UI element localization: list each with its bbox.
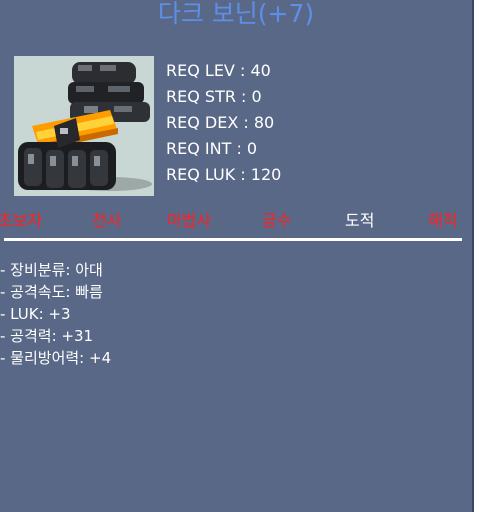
req-str: REQ STR : 0: [166, 87, 262, 106]
panel-edge: [472, 0, 474, 512]
req-dex: REQ DEX : 80: [166, 113, 275, 132]
item-tooltip-panel: 다크 보닌(+7) REQ LEV: 40 REQ STR: 0 REQ D…: [0, 0, 472, 512]
requirements-list: REQ LEV : 40 REQ STR : 0 REQ DEX : 80 RE…: [166, 60, 281, 190]
job-magician: 마법사: [167, 211, 212, 230]
job-pirate: 해적: [428, 211, 458, 230]
stat-defense: - 물리방어력: +4: [0, 349, 112, 367]
job-thief: 도적: [345, 211, 375, 230]
gauntlet-item-icon: [14, 56, 154, 196]
stat-attack-speed: - 공격속도: 빠름: [0, 283, 103, 301]
req-level: REQ LEV : 40: [166, 61, 271, 80]
req-int: REQ INT : 0: [166, 139, 258, 158]
job-list: 초보자 전사 마법사 궁수 도적 해적: [0, 210, 472, 234]
req-luk: REQ LUK : 120: [166, 165, 282, 184]
job-beginner: 초보자: [0, 211, 43, 230]
stat-attack: - 공격력: +31: [0, 327, 94, 345]
divider: [4, 238, 462, 241]
job-bowman: 궁수: [262, 211, 292, 230]
stat-luk: - LUK: +3: [0, 305, 71, 323]
item-name: 다크 보닌(+7): [157, 0, 315, 28]
stats-list: - 장비분류: 아대 - 공격속도: 빠름 - LUK: +3 - 공격력: +…: [0, 260, 111, 370]
job-warrior: 전사: [92, 211, 122, 230]
stat-equipment-type: - 장비분류: 아대: [0, 261, 103, 279]
